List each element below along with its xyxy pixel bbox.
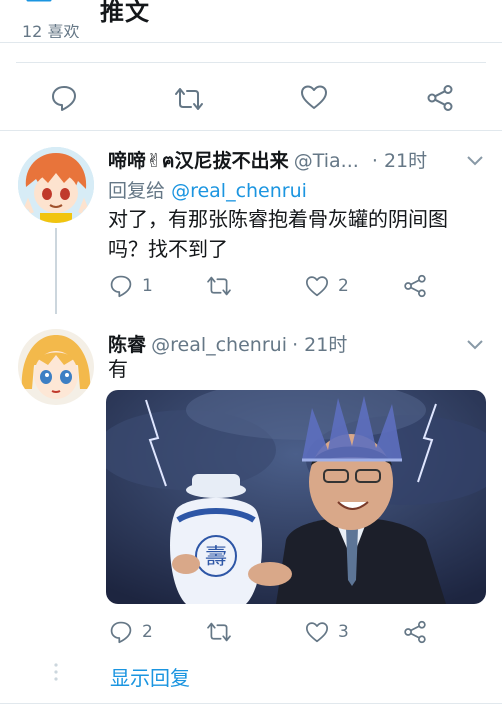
reply-to-line: 回复给 @real_chenrui <box>108 176 307 203</box>
like-icon[interactable] <box>300 84 328 110</box>
chevron-down-icon[interactable] <box>466 152 484 171</box>
reply-count: 1 <box>142 276 153 296</box>
tweet-text: 对了，有那张陈睿抱着骨灰罐的阴间图 吗？找不到了 <box>108 204 488 264</box>
share-icon[interactable] <box>426 84 454 112</box>
thread-dots-icon <box>53 662 59 686</box>
tweet-text: 有 <box>108 357 128 381</box>
like-count: 2 <box>338 276 349 296</box>
like-icon[interactable] <box>305 275 329 297</box>
tweet-time: · 21时 <box>371 150 428 172</box>
retweet-icon[interactable] <box>205 621 233 643</box>
avatar[interactable] <box>18 147 94 223</box>
chevron-down-icon[interactable] <box>466 336 484 355</box>
avatar[interactable] <box>18 329 94 405</box>
share-icon[interactable] <box>403 274 427 298</box>
divider <box>16 62 486 63</box>
divider <box>0 703 502 704</box>
reply-count: 2 <box>142 622 153 642</box>
user-handle[interactable]: @Tia... <box>294 150 359 172</box>
thread-line <box>55 228 57 314</box>
show-replies-link[interactable]: 显示回复 <box>110 662 190 691</box>
reply-icon[interactable] <box>109 620 133 644</box>
retweet-icon[interactable] <box>205 275 233 297</box>
tweet-text-line: 对了，有那张陈睿抱着骨灰罐的阴间图 <box>108 207 448 231</box>
retweet-icon[interactable] <box>173 86 205 112</box>
divider <box>0 130 502 131</box>
tweet-text-line: 吗？找不到了 <box>108 237 228 261</box>
reply-to-label: 回复给 <box>108 180 166 202</box>
user-handle[interactable]: @real_chenrui <box>151 334 287 356</box>
share-icon[interactable] <box>403 620 427 644</box>
tweet-header: 陈睿 @real_chenrui · 21时 <box>108 330 347 357</box>
reply-to-handle[interactable]: @real_chenrui <box>171 180 307 202</box>
reply-icon[interactable] <box>50 84 78 112</box>
tweet-header: 啼啼✌ฅ汉尼拔不出来 @Tia... · 21时 <box>108 146 427 176</box>
like-icon[interactable] <box>305 621 329 643</box>
like-count: 3 <box>338 622 349 642</box>
reply-icon[interactable] <box>109 274 133 298</box>
divider <box>0 42 502 43</box>
display-name[interactable]: 啼啼✌ฅ汉尼拔不出来 <box>108 150 289 172</box>
tweet-time: · 21时 <box>292 334 348 356</box>
tweet-media-image[interactable]: 壽 <box>106 390 486 604</box>
back-arrow-icon[interactable] <box>24 0 54 16</box>
jar-character: 壽 <box>205 545 227 570</box>
top-bar: 推文 <box>0 0 502 26</box>
page-title: 推文 <box>100 0 150 26</box>
likes-count-stat[interactable]: 12 喜欢 <box>22 24 79 38</box>
display-name[interactable]: 陈睿 <box>108 334 146 356</box>
